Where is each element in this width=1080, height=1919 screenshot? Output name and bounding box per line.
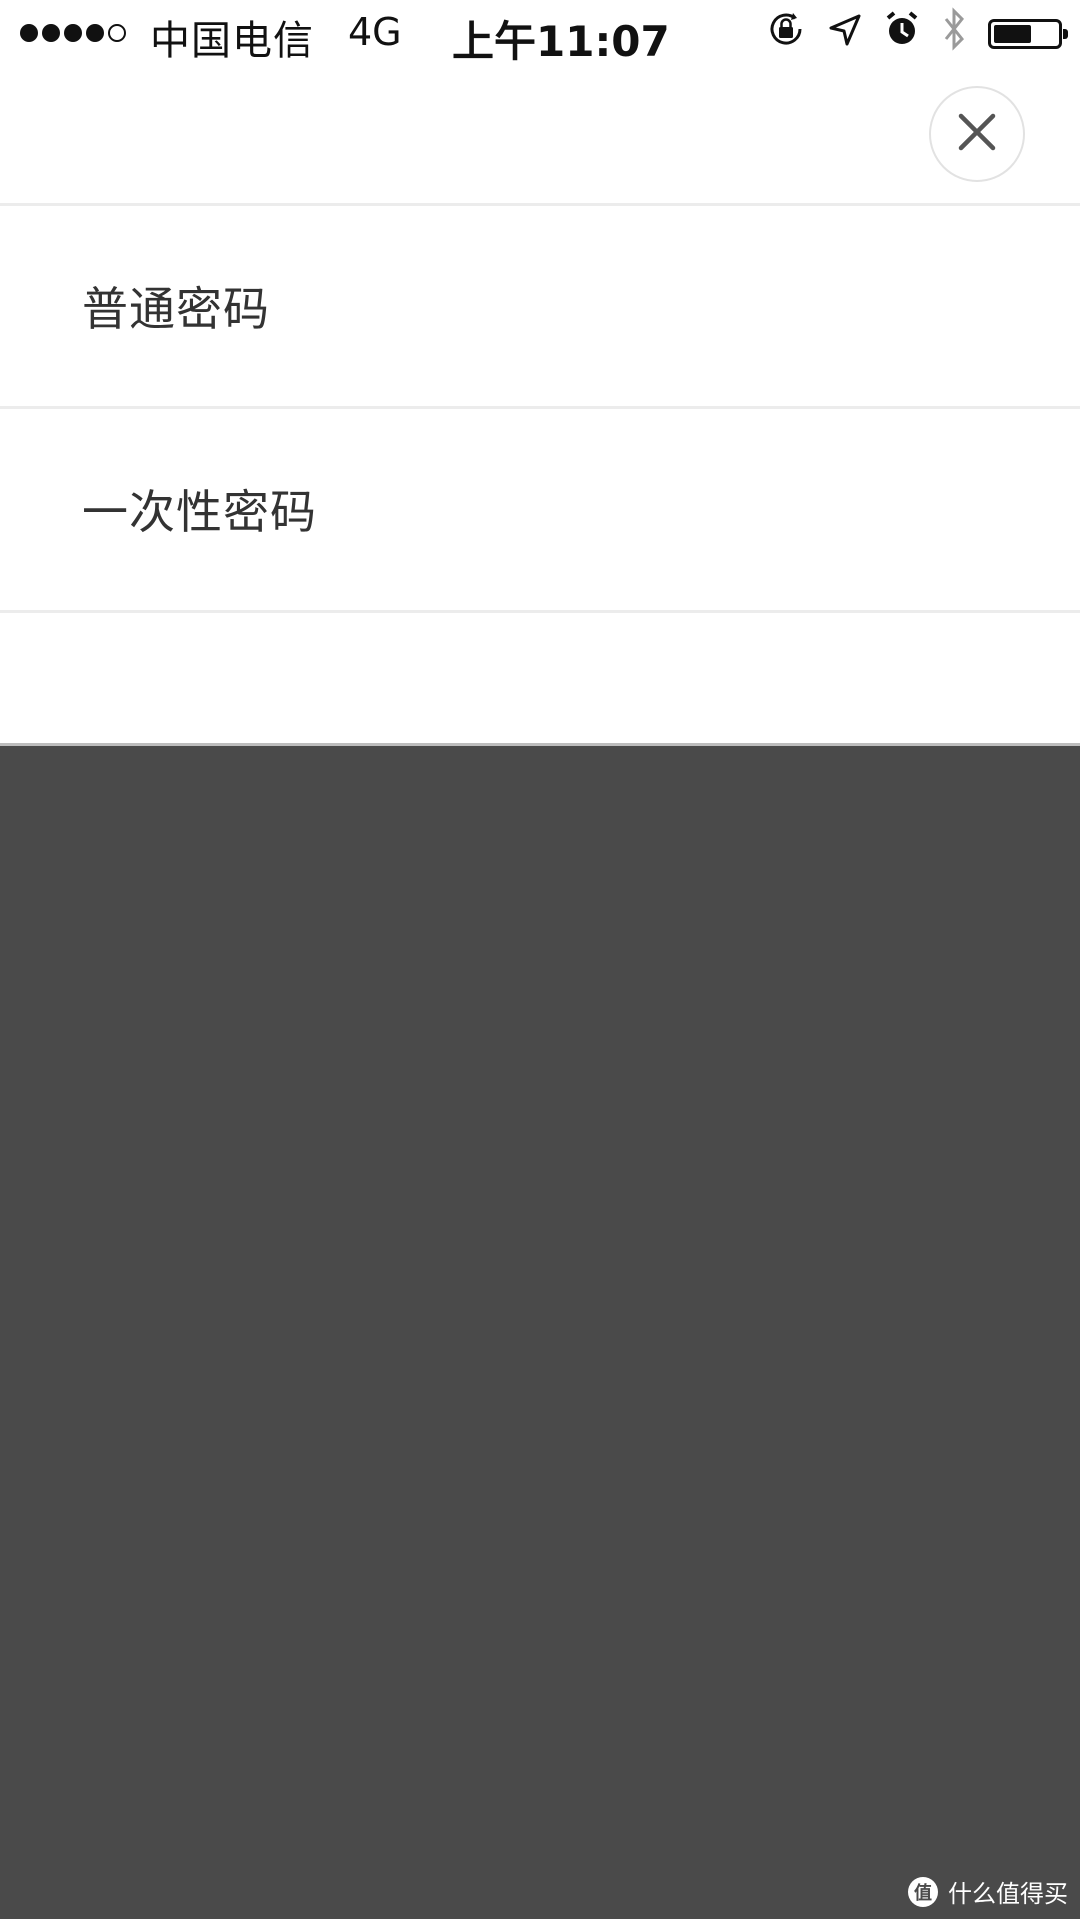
option-label: 普通密码 <box>82 282 270 336</box>
password-type-sheet: 中国电信 4G 上午11:07 普通密码 一次性密码 <box>0 0 1080 746</box>
location-icon <box>828 11 862 57</box>
battery-icon <box>988 19 1068 49</box>
sheet-edge <box>0 743 1080 746</box>
option-normal-password[interactable]: 普通密码 <box>0 206 1080 406</box>
watermark-text: 什么值得买 <box>948 1880 1068 1908</box>
network-type: 4G <box>348 10 402 54</box>
signal-dot <box>42 24 60 42</box>
signal-dot <box>64 24 82 42</box>
alarm-icon <box>884 10 920 58</box>
carrier-name: 中国电信 <box>150 18 314 64</box>
rotation-lock-icon <box>766 9 806 59</box>
close-icon <box>955 110 999 158</box>
battery-level <box>994 25 1031 43</box>
status-icons <box>766 7 1068 61</box>
watermark-logo: 值 <box>908 1876 938 1907</box>
status-time: 上午11:07 <box>452 17 670 66</box>
signal-dot <box>20 24 38 42</box>
signal-dot <box>108 24 126 42</box>
signal-strength-icon <box>20 24 126 42</box>
close-button[interactable] <box>929 86 1025 182</box>
option-label: 一次性密码 <box>82 485 317 539</box>
divider <box>0 610 1080 613</box>
watermark: 值 什么值得买 <box>908 1874 1068 1909</box>
bluetooth-icon <box>942 7 966 61</box>
screen: 中国电信 4G 上午11:07 普通密码 一次性密码 值 什么值得买 <box>0 0 1080 1919</box>
status-bar: 中国电信 4G 上午11:07 <box>0 0 1080 68</box>
signal-dot <box>86 24 104 42</box>
option-one-time-password[interactable]: 一次性密码 <box>0 409 1080 609</box>
